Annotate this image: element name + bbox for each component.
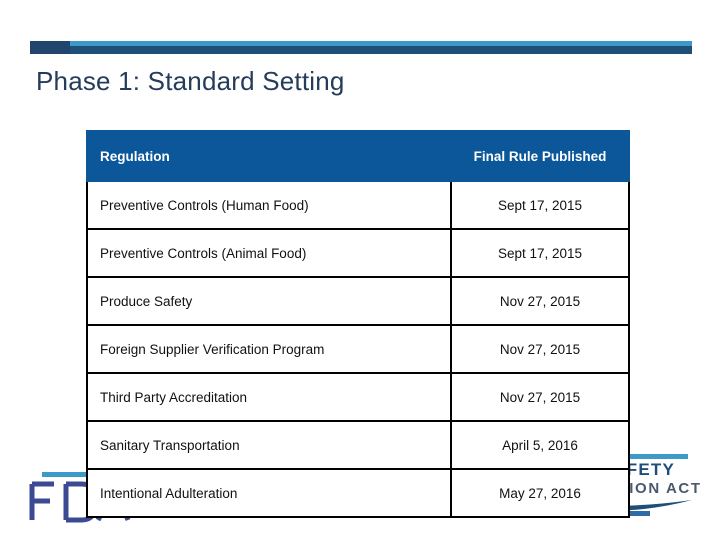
title-accent-rule [30, 41, 692, 54]
column-header-final-rule-published: Final Rule Published [450, 130, 630, 182]
cell-regulation: Preventive Controls (Animal Food) [86, 228, 452, 278]
column-header-regulation: Regulation [86, 130, 452, 182]
accent-rule-dark [30, 46, 692, 54]
table-row: Preventive Controls (Animal Food) Sept 1… [86, 228, 630, 278]
cell-regulation: Foreign Supplier Verification Program [86, 324, 452, 374]
cell-regulation: Intentional Adulteration [86, 468, 452, 518]
table-row: Foreign Supplier Verification Program No… [86, 324, 630, 374]
cell-regulation: Sanitary Transportation [86, 420, 452, 470]
cell-regulation: Third Party Accreditation [86, 372, 452, 422]
cell-final-rule-published: April 5, 2016 [450, 420, 630, 470]
table-header: Regulation Final Rule Published [86, 130, 630, 182]
cell-regulation: Produce Safety [86, 276, 452, 326]
table-row: Sanitary Transportation April 5, 2016 [86, 420, 630, 470]
cell-regulation: Preventive Controls (Human Food) [86, 180, 452, 230]
table-row: Preventive Controls (Human Food) Sept 17… [86, 180, 630, 230]
page-title: Phase 1: Standard Setting [36, 66, 345, 96]
accent-rule-cap [30, 41, 70, 54]
cell-final-rule-published: May 27, 2016 [450, 468, 630, 518]
cell-final-rule-published: Nov 27, 2015 [450, 324, 630, 374]
table-body: Preventive Controls (Human Food) Sept 17… [86, 180, 630, 518]
table-header-row: Regulation Final Rule Published [86, 130, 630, 182]
cell-final-rule-published: Nov 27, 2015 [450, 372, 630, 422]
cell-final-rule-published: Nov 27, 2015 [450, 276, 630, 326]
table-row: Produce Safety Nov 27, 2015 [86, 276, 630, 326]
table-row: Intentional Adulteration May 27, 2016 [86, 468, 630, 518]
cell-final-rule-published: Sept 17, 2015 [450, 228, 630, 278]
cell-final-rule-published: Sept 17, 2015 [450, 180, 630, 230]
regulation-table: Regulation Final Rule Published Preventi… [86, 130, 630, 518]
table-row: Third Party Accreditation Nov 27, 2015 [86, 372, 630, 422]
